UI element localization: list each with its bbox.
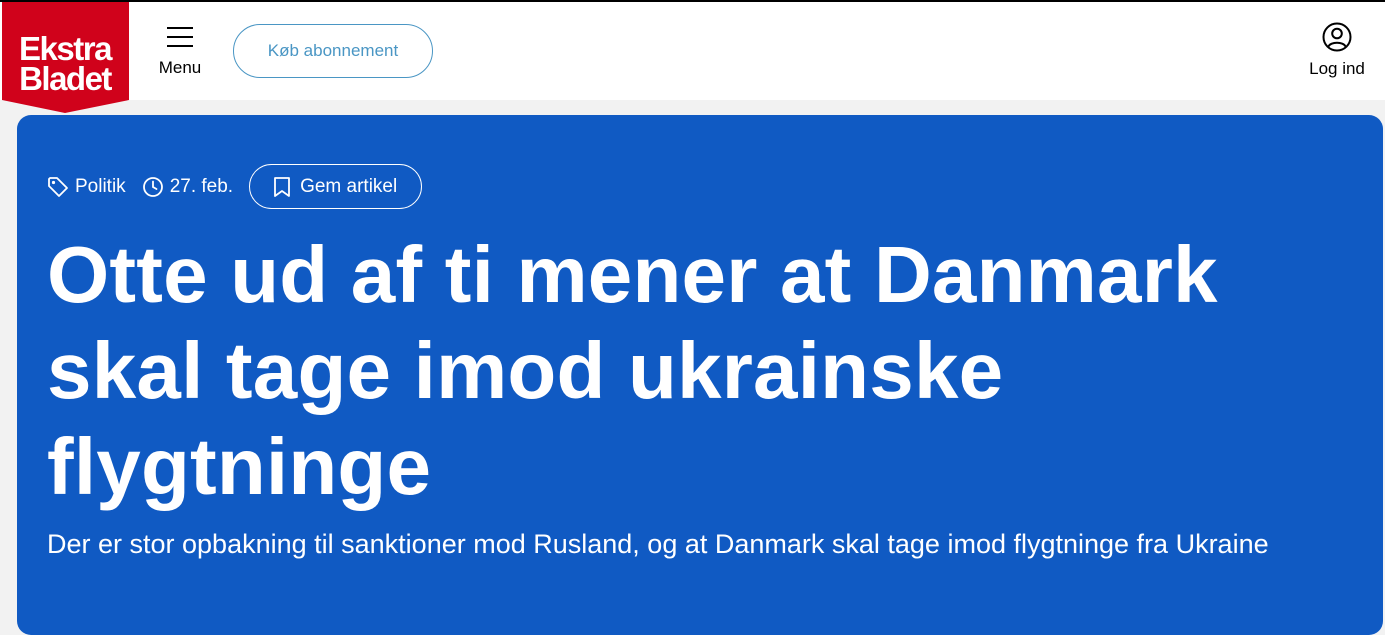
save-article-button[interactable]: Gem artikel [249, 164, 423, 209]
login-button[interactable]: Log ind [1300, 22, 1374, 82]
article-headline: Otte ud af ti mener at Danmark skal tage… [47, 230, 1218, 511]
hamburger-icon [167, 27, 193, 47]
category-link[interactable]: Politik [47, 176, 126, 198]
user-circle-icon [1322, 22, 1352, 52]
bookmark-icon [274, 176, 290, 197]
login-label: Log ind [1309, 59, 1365, 78]
menu-label: Menu [158, 58, 202, 77]
save-article-label: Gem artikel [300, 175, 398, 197]
logo-text-line2: Bladet [19, 60, 112, 97]
subscribe-button[interactable]: Køb abonnement [233, 24, 433, 78]
category-label: Politik [75, 175, 126, 197]
date-label: 27. feb. [169, 175, 234, 197]
clock-icon [142, 176, 163, 197]
article-subheadline: Der er stor opbakning til sanktioner mod… [47, 529, 1269, 559]
publish-date: 27. feb. [142, 176, 233, 198]
site-header: Ekstra Bladet Menu Køb abonnement Log in… [0, 2, 1385, 113]
article-hero: Politik 27. feb. Gem artikel Otte ud af … [17, 115, 1383, 635]
ekstra-bladet-logo[interactable]: Ekstra Bladet [2, 2, 129, 113]
menu-button[interactable]: Menu [150, 20, 210, 82]
article-meta: Politik 27. feb. Gem artikel [47, 164, 423, 209]
tag-icon [48, 176, 68, 197]
